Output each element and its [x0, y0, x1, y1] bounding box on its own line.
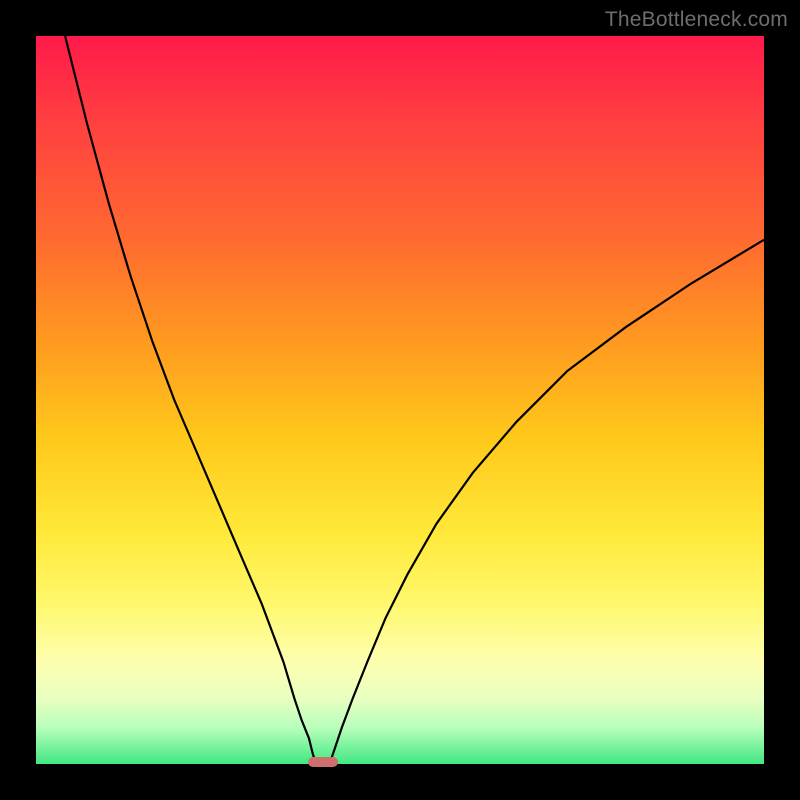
chart-frame: TheBottleneck.com	[0, 0, 800, 800]
plot-area	[36, 36, 764, 764]
watermark-label: TheBottleneck.com	[605, 8, 788, 32]
left-curve-path	[65, 36, 315, 760]
right-curve-path	[331, 240, 764, 761]
curves-svg	[36, 36, 764, 764]
optimal-marker	[308, 757, 339, 767]
